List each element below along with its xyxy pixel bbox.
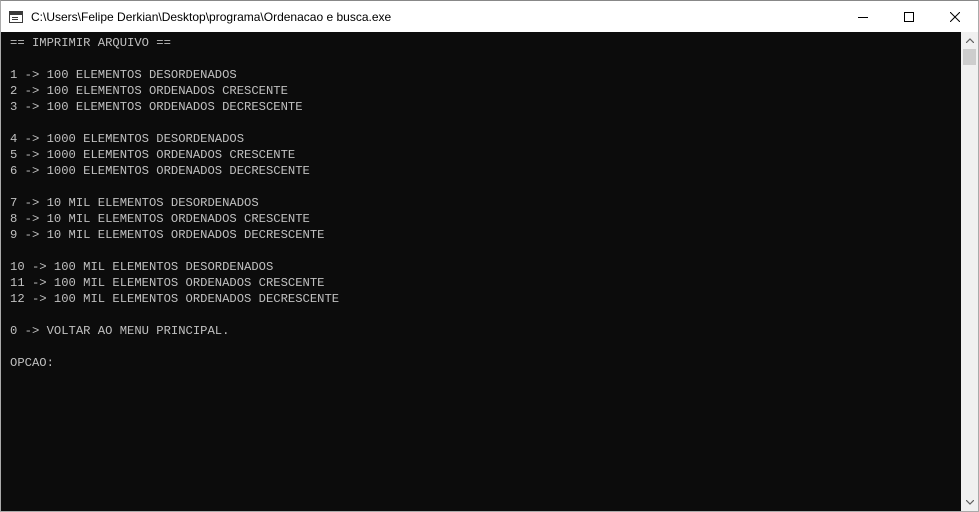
scroll-up-arrow-icon	[965, 38, 974, 43]
console-output[interactable]: == IMPRIMIR ARQUIVO == 1 -> 100 ELEMENTO…	[1, 32, 961, 511]
console-line: == IMPRIMIR ARQUIVO ==	[10, 36, 171, 50]
console-line: 7 -> 10 MIL ELEMENTOS DESORDENADOS	[10, 196, 259, 210]
console-line: 12 -> 100 MIL ELEMENTOS ORDENADOS DECRES…	[10, 292, 340, 306]
console-line: 0 -> VOLTAR AO MENU PRINCIPAL.	[10, 324, 230, 338]
console-line: 6 -> 1000 ELEMENTOS ORDENADOS DECRESCENT…	[10, 164, 310, 178]
console-line: 10 -> 100 MIL ELEMENTOS DESORDENADOS	[10, 260, 274, 274]
minimize-icon	[858, 16, 868, 18]
console-text: == IMPRIMIR ARQUIVO == 1 -> 100 ELEMENTO…	[1, 32, 961, 371]
console-line: 4 -> 1000 ELEMENTOS DESORDENADOS	[10, 132, 245, 146]
maximize-icon	[904, 11, 914, 22]
vertical-scrollbar[interactable]	[961, 32, 978, 511]
close-icon	[950, 11, 960, 22]
console-window: C:\Users\Felipe Derkian\Desktop\programa…	[0, 0, 979, 512]
scrollbar-thumb[interactable]	[963, 49, 976, 65]
window-controls	[840, 1, 978, 32]
window-title: C:\Users\Felipe Derkian\Desktop\programa…	[31, 9, 392, 24]
title-bar[interactable]: C:\Users\Felipe Derkian\Desktop\programa…	[1, 1, 978, 32]
console-line: 1 -> 100 ELEMENTOS DESORDENADOS	[10, 68, 237, 82]
minimize-button[interactable]	[840, 1, 886, 32]
scroll-up-button[interactable]	[961, 32, 978, 49]
console-line: 5 -> 1000 ELEMENTOS ORDENADOS CRESCENTE	[10, 148, 296, 162]
console-line: 2 -> 100 ELEMENTOS ORDENADOS CRESCENTE	[10, 84, 288, 98]
console-line: 3 -> 100 ELEMENTOS ORDENADOS DECRESCENTE	[10, 100, 303, 114]
maximize-button[interactable]	[886, 1, 932, 32]
console-line: OPCAO:	[10, 356, 54, 370]
console-line: 9 -> 10 MIL ELEMENTOS ORDENADOS DECRESCE…	[10, 228, 325, 242]
scroll-down-arrow-icon	[965, 500, 974, 505]
close-button[interactable]	[932, 1, 978, 32]
scroll-down-button[interactable]	[961, 494, 978, 511]
console-line: 8 -> 10 MIL ELEMENTOS ORDENADOS CRESCENT…	[10, 212, 310, 226]
console-app-icon[interactable]	[9, 10, 23, 23]
console-line: 11 -> 100 MIL ELEMENTOS ORDENADOS CRESCE…	[10, 276, 325, 290]
